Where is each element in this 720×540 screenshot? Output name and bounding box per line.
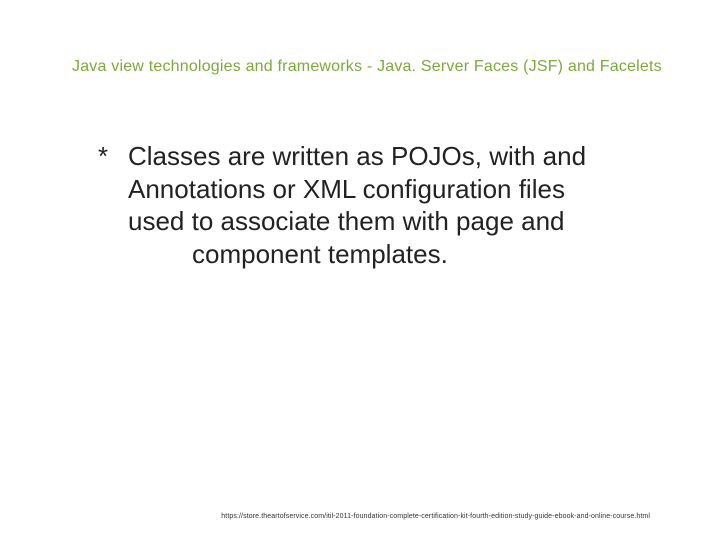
bullet-item: * Classes are written as POJOs, with and… — [98, 140, 660, 270]
body-line-4: component templates. — [128, 238, 660, 271]
bullet-text: Classes are written as POJOs, with and A… — [128, 140, 660, 270]
body-line-1: Classes are written as POJOs, with and — [128, 141, 586, 171]
footer-url: https://store.theartofservice.com/itil-2… — [221, 513, 650, 520]
body-line-3: used to associate them with page and — [128, 206, 565, 236]
slide: Java view technologies and frameworks - … — [0, 0, 720, 540]
slide-title: Java view technologies and frameworks - … — [72, 58, 680, 76]
slide-body: * Classes are written as POJOs, with and… — [98, 140, 660, 270]
body-line-2: Annotations or XML configuration files — [128, 174, 565, 204]
bullet-marker: * — [98, 140, 128, 270]
